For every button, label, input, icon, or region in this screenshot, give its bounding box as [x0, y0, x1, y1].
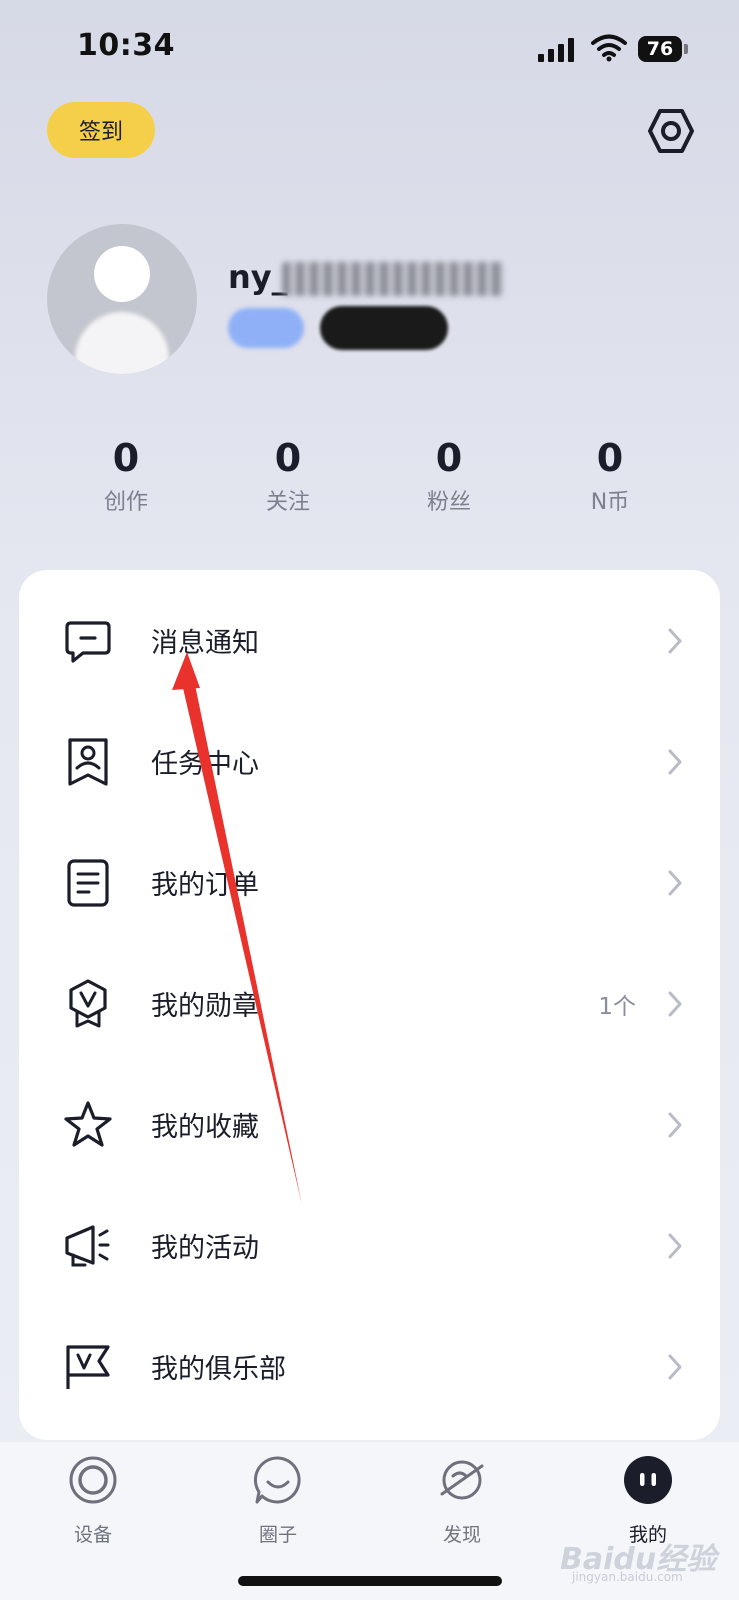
menu-item-medals[interactable]: 我的勋章 1个 [19, 943, 720, 1064]
chevron-right-icon [668, 991, 682, 1016]
chevron-right-icon [668, 628, 682, 653]
watermark-url: jingyan.baidu.com [572, 1570, 683, 1584]
level-badge[interactable] [228, 308, 304, 348]
stat-label: N币 [590, 490, 630, 515]
chevron-right-icon [668, 870, 682, 895]
menu-item-label: 我的收藏 [151, 1112, 259, 1143]
menu-card: 消息通知 任务中心 我的订单 我的勋章 1个 我的收藏 我的活动 我的俱乐部 [19, 570, 720, 1440]
order-document-icon [67, 858, 109, 907]
menu-item-label: 我的活动 [151, 1233, 259, 1264]
star-icon [64, 1100, 112, 1147]
menu-item-label: 我的俱乐部 [151, 1354, 286, 1385]
vip-badge[interactable] [320, 306, 448, 350]
tab-device[interactable]: 设备 [33, 1454, 153, 1547]
tab-label: 发现 [442, 1524, 481, 1546]
menu-item-label: 消息通知 [151, 628, 259, 659]
tab-circle[interactable]: 圈子 [218, 1454, 338, 1547]
stat-fans[interactable]: 0 粉丝 [389, 436, 509, 516]
home-indicator[interactable] [238, 1576, 502, 1586]
menu-item-activities[interactable]: 我的活动 [19, 1185, 720, 1306]
stat-label: 粉丝 [426, 490, 471, 515]
menu-item-orders[interactable]: 我的订单 [19, 822, 720, 943]
planet-icon [440, 1460, 484, 1500]
battery-level: 76 [638, 36, 682, 62]
menu-item-label: 任务中心 [151, 749, 259, 780]
medal-icon [69, 978, 107, 1027]
stat-creations[interactable]: 0 创作 [66, 436, 186, 516]
club-flag-icon [66, 1344, 110, 1389]
tab-label: 设备 [73, 1524, 112, 1546]
message-icon [65, 620, 111, 663]
menu-item-favorites[interactable]: 我的收藏 [19, 1064, 720, 1185]
settings-hexagon-icon[interactable] [648, 108, 694, 154]
menu-item-club[interactable]: 我的俱乐部 [19, 1306, 720, 1427]
stat-value: 0 [435, 436, 463, 480]
chevron-right-icon [668, 1354, 682, 1379]
chevron-right-icon [668, 749, 682, 774]
status-time: 10:34 [77, 28, 175, 63]
stat-following[interactable]: 0 关注 [228, 436, 348, 516]
username-redacted [282, 262, 504, 296]
megaphone-icon [65, 1224, 110, 1266]
username[interactable]: ny_ [228, 258, 288, 296]
stat-value: 0 [596, 436, 624, 480]
chevron-right-icon [668, 1233, 682, 1258]
tab-label: 圈子 [258, 1524, 297, 1546]
tab-discover[interactable]: 发现 [402, 1454, 522, 1547]
medal-count: 1个 [598, 993, 636, 1020]
wifi-icon [591, 34, 627, 62]
menu-item-notifications[interactable]: 消息通知 [19, 580, 720, 701]
menu-item-label: 我的勋章 [151, 991, 259, 1022]
stat-label: 创作 [103, 490, 148, 515]
stat-value: 0 [112, 436, 140, 480]
avatar[interactable] [47, 224, 197, 374]
chevron-right-icon [668, 1112, 682, 1137]
profile-face-icon [624, 1456, 672, 1504]
stat-ncoin[interactable]: 0 N币 [550, 436, 670, 516]
cellular-signal-icon [538, 38, 578, 62]
task-badge-icon [68, 737, 108, 786]
stat-value: 0 [274, 436, 302, 480]
menu-item-label: 我的订单 [151, 870, 259, 901]
menu-item-task-center[interactable]: 任务中心 [19, 701, 720, 822]
battery-icon: 76 [638, 36, 688, 62]
circle-chat-icon [253, 1456, 301, 1504]
checkin-button[interactable]: 签到 [47, 102, 155, 158]
stat-label: 关注 [265, 490, 310, 515]
device-ring-icon [69, 1456, 117, 1504]
